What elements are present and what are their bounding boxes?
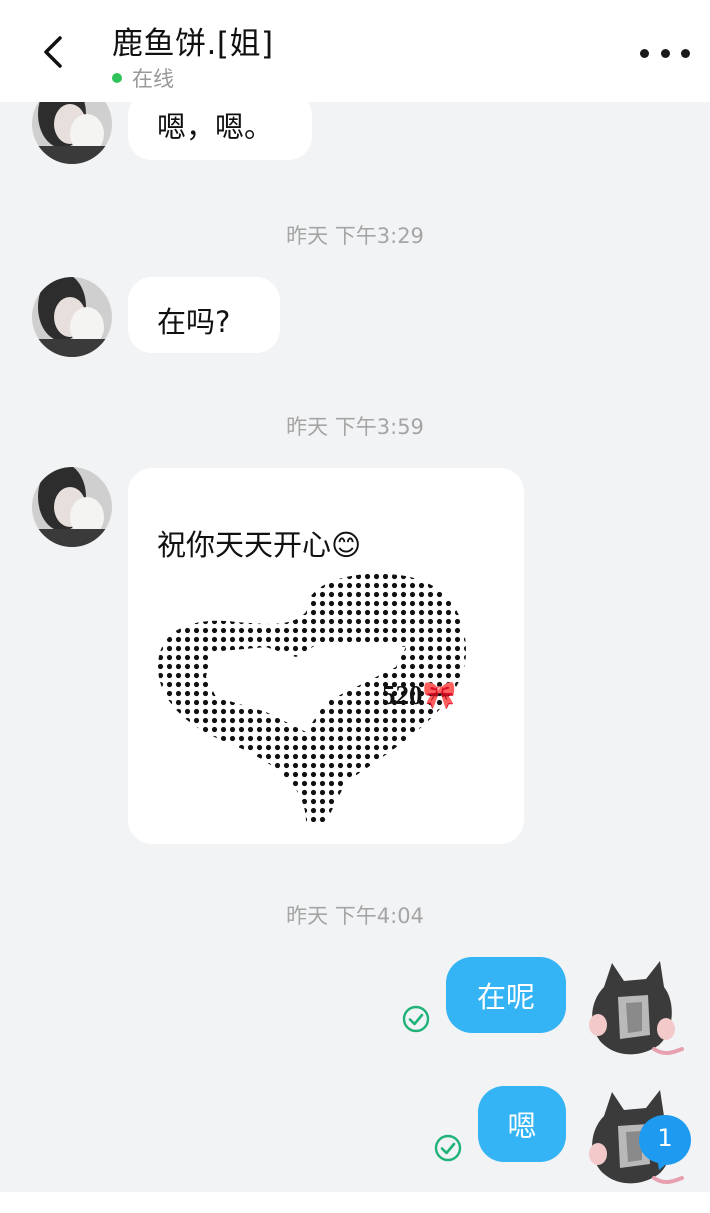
chat-header: 鹿鱼饼.[姐] 在线: [0, 0, 710, 102]
message-bubble-right[interactable]: 嗯: [478, 1086, 566, 1162]
my-avatar[interactable]: [584, 957, 684, 1057]
message-list[interactable]: 嗯，嗯。 昨天 下午3:29 在吗? 昨天 下午3:59 祝你天天开心😊 520…: [0, 102, 710, 1192]
message-bubble-left[interactable]: 在吗?: [128, 277, 280, 353]
online-dot-icon: [112, 73, 122, 83]
chevron-left-icon[interactable]: [34, 32, 74, 72]
unread-badge[interactable]: 1: [637, 1113, 693, 1171]
read-check-icon: [434, 1134, 462, 1162]
message-text: 嗯，嗯。: [157, 110, 274, 144]
contact-name[interactable]: 鹿鱼饼.[姐]: [112, 18, 274, 63]
more-dots-icon[interactable]: [640, 40, 690, 66]
timestamp: 昨天 下午3:29: [286, 224, 424, 248]
timestamp: 昨天 下午3:59: [286, 415, 424, 439]
contact-avatar[interactable]: [32, 467, 112, 547]
timestamp: 昨天 下午4:04: [286, 904, 424, 928]
contact-avatar[interactable]: [32, 102, 112, 164]
dotted-heart-image: 520🎀: [158, 573, 466, 822]
message-bubble-left[interactable]: 祝你天天开心😊 520🎀: [128, 468, 524, 844]
contact-avatar[interactable]: [32, 277, 112, 357]
bottom-strip: [0, 1192, 710, 1213]
message-text: 祝你天天开心😊: [157, 528, 362, 562]
heart-label: 520🎀: [382, 680, 456, 710]
unread-count: 1: [657, 1124, 673, 1152]
message-text: 在呢: [476, 980, 535, 1014]
status-label: 在线: [132, 67, 174, 91]
message-bubble-left[interactable]: 嗯，嗯。: [128, 102, 312, 160]
message-bubble-right[interactable]: 在呢: [446, 957, 566, 1033]
read-check-icon: [402, 1005, 430, 1033]
online-status: 在线: [112, 63, 174, 93]
message-text: 嗯: [507, 1109, 537, 1143]
message-text: 在吗?: [157, 305, 231, 339]
